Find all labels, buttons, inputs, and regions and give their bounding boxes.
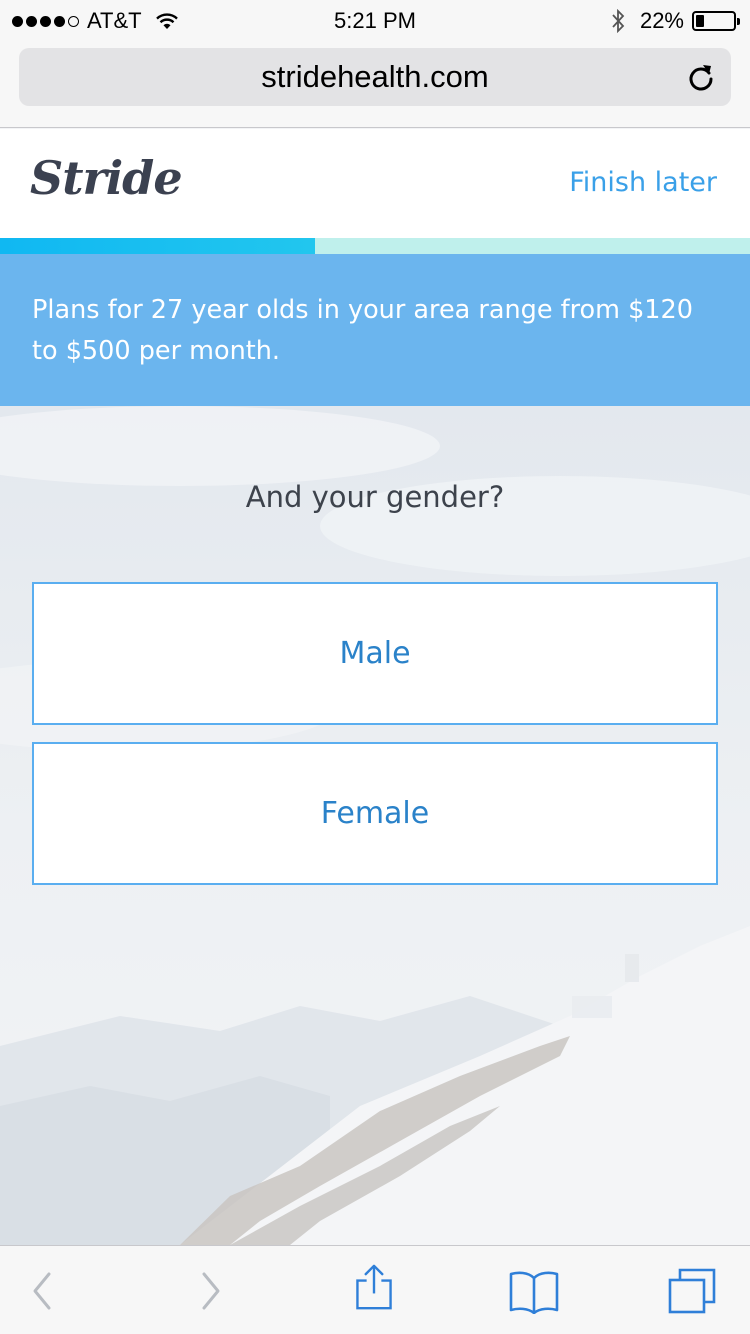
status-bar: AT&T 5:21 PM 22% bbox=[0, 0, 750, 40]
forward-icon[interactable] bbox=[184, 1268, 236, 1314]
banner-message: Plans for 27 year olds in your area rang… bbox=[32, 295, 693, 366]
address-bar[interactable]: stridehealth.com bbox=[19, 48, 731, 106]
battery-percent: 22% bbox=[639, 8, 684, 33]
progress-bar-fill bbox=[0, 238, 315, 254]
app-header: Stride Finish later bbox=[0, 129, 750, 238]
reload-icon[interactable] bbox=[685, 61, 717, 93]
status-right: 22% bbox=[610, 8, 740, 34]
share-icon[interactable] bbox=[348, 1264, 400, 1310]
option-female-button[interactable]: Female bbox=[32, 742, 718, 885]
browser-toolbar bbox=[0, 1245, 750, 1334]
finish-later-link[interactable]: Finish later bbox=[569, 167, 717, 198]
option-male-button[interactable]: Male bbox=[32, 582, 718, 725]
question-text: And your gender? bbox=[245, 480, 505, 514]
browser-address-area: stridehealth.com bbox=[0, 40, 750, 128]
url-text[interactable]: stridehealth.com bbox=[19, 48, 731, 106]
bluetooth-icon bbox=[612, 9, 625, 33]
plan-range-banner: Plans for 27 year olds in your area rang… bbox=[0, 254, 750, 406]
tabs-icon[interactable] bbox=[666, 1268, 718, 1314]
battery-icon bbox=[692, 11, 740, 31]
bookmarks-icon[interactable] bbox=[508, 1268, 560, 1314]
option-male-label: Male bbox=[339, 636, 411, 671]
question-section: And your gender? Male Female bbox=[0, 406, 750, 1245]
back-icon[interactable] bbox=[17, 1268, 69, 1314]
stride-logo[interactable]: Stride bbox=[30, 151, 183, 205]
progress-bar bbox=[0, 238, 750, 254]
option-female-label: Female bbox=[320, 796, 430, 831]
